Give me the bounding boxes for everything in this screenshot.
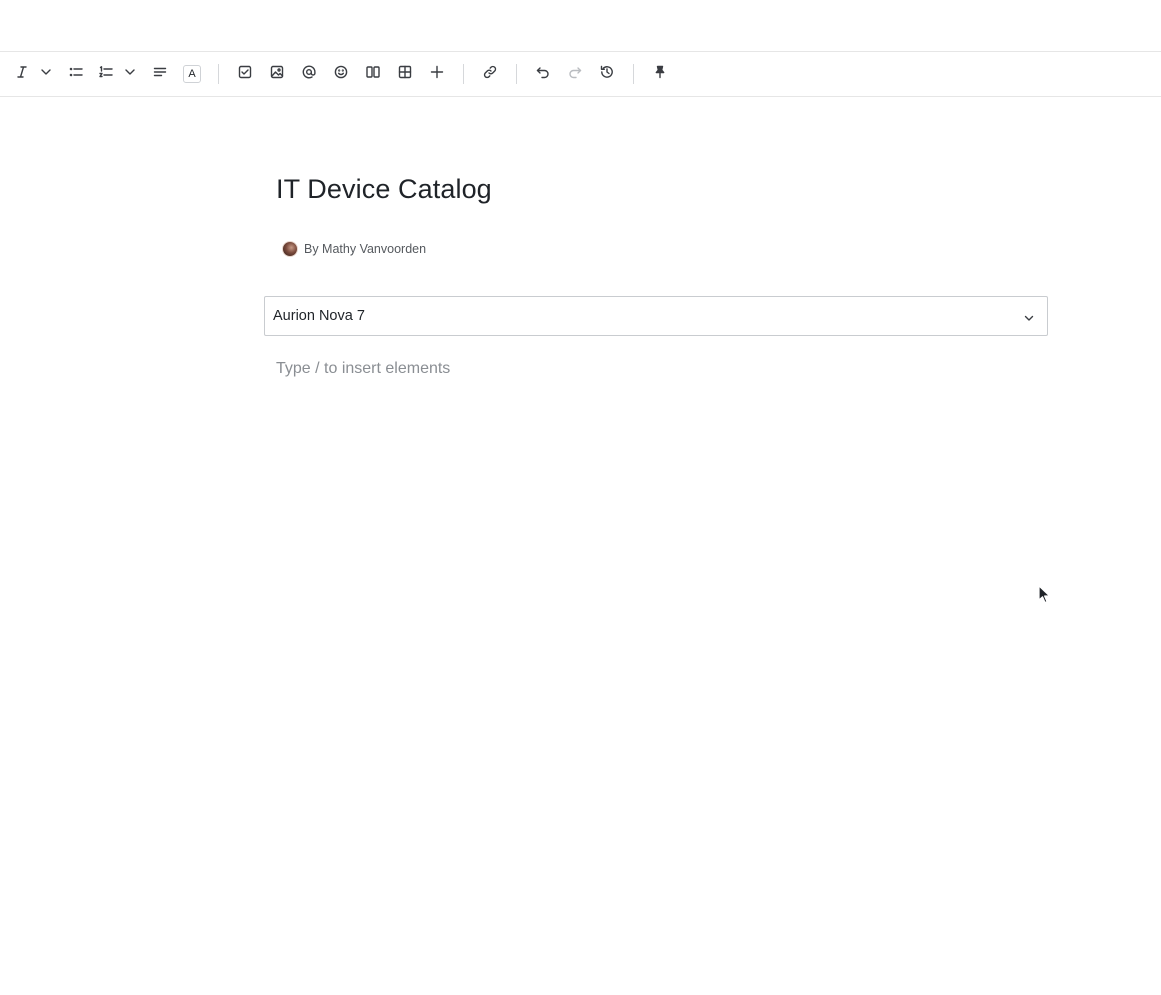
plus-icon — [430, 65, 444, 84]
formatting-toolbar: A — [0, 52, 1161, 97]
redo-button[interactable] — [566, 65, 584, 83]
undo-icon — [536, 65, 550, 84]
toolbar-divider — [218, 64, 219, 84]
history-icon — [600, 65, 614, 84]
undo-button[interactable] — [534, 65, 552, 83]
bullet-list-button[interactable] — [67, 65, 85, 83]
chevron-down-icon — [123, 65, 137, 84]
text-color-button[interactable]: A — [183, 65, 201, 83]
pin-button[interactable] — [651, 65, 669, 83]
toolbar-divider — [633, 64, 634, 84]
italic-button[interactable] — [13, 65, 31, 83]
mouse-cursor-icon — [1037, 584, 1053, 606]
checkbox-icon — [238, 65, 252, 84]
redo-icon — [568, 65, 582, 84]
task-button[interactable] — [236, 65, 254, 83]
device-select[interactable]: Aurion Nova 7 — [264, 296, 1048, 336]
layout-button[interactable] — [364, 65, 382, 83]
history-button[interactable] — [598, 65, 616, 83]
chevron-down-icon — [39, 65, 53, 84]
more-formatting-dropdown[interactable] — [37, 65, 55, 83]
columns-icon — [366, 65, 380, 84]
toolbar-divider — [463, 64, 464, 84]
smiley-icon — [334, 65, 348, 84]
author-byline: By Mathy Vanvoorden — [282, 240, 426, 258]
top-bar — [0, 0, 1161, 52]
bullet-list-icon — [69, 65, 83, 84]
list-options-dropdown[interactable] — [121, 65, 139, 83]
emoji-button[interactable] — [332, 65, 350, 83]
author-name[interactable]: By Mathy Vanvoorden — [304, 242, 426, 256]
at-sign-icon — [302, 64, 316, 84]
align-left-icon — [153, 65, 167, 84]
align-button[interactable] — [151, 65, 169, 83]
editor-placeholder[interactable]: Type / to insert elements — [276, 360, 1036, 382]
avatar — [282, 241, 298, 257]
editor-page: A IT Device Catalog By Mathy Vanvoorden … — [0, 0, 1161, 995]
numbered-list-button[interactable] — [97, 65, 115, 83]
toolbar-divider — [516, 64, 517, 84]
numbered-list-icon — [99, 65, 113, 84]
mention-button[interactable] — [300, 64, 318, 84]
device-select-value: Aurion Nova 7 — [273, 308, 365, 324]
pin-icon — [653, 65, 667, 84]
italic-icon — [15, 65, 29, 84]
page-title[interactable]: IT Device Catalog — [276, 174, 492, 205]
text-color-icon: A — [183, 65, 201, 83]
chevron-down-icon — [1023, 311, 1035, 323]
insert-button[interactable] — [428, 65, 446, 83]
link-icon — [483, 65, 497, 84]
table-icon — [398, 65, 412, 84]
table-button[interactable] — [396, 65, 414, 83]
image-icon — [270, 65, 284, 84]
image-button[interactable] — [268, 65, 286, 83]
link-button[interactable] — [481, 65, 499, 83]
